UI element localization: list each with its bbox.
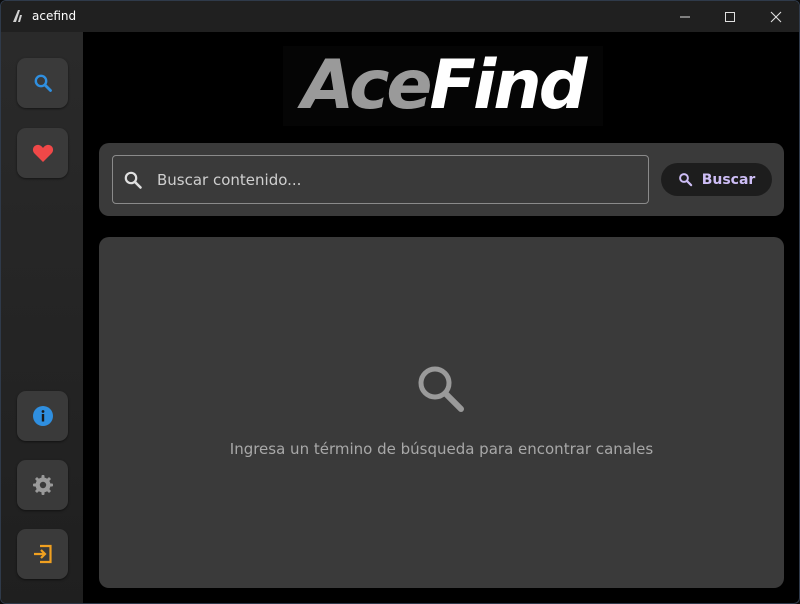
exit-icon — [33, 544, 52, 564]
results-panel: Ingresa un término de búsqueda para enco… — [99, 237, 784, 588]
sidebar-item-settings[interactable] — [17, 460, 68, 510]
empty-search-icon — [418, 366, 464, 412]
minimize-icon — [680, 16, 690, 17]
gear-icon — [32, 475, 53, 495]
maximize-button[interactable] — [707, 1, 753, 32]
search-field-icon — [124, 171, 142, 189]
sidebar-item-exit[interactable] — [17, 529, 68, 579]
app-window: acefind AceFind Buscar contenido... Busc… — [0, 0, 800, 604]
logo-part-ace: Ace — [301, 46, 433, 125]
sidebar-item-info[interactable] — [17, 391, 68, 441]
search-field[interactable] — [112, 155, 649, 204]
search-button-label: Buscar — [701, 171, 756, 188]
search-icon — [34, 74, 52, 92]
sidebar-item-favorites[interactable] — [17, 128, 68, 178]
logo-wordmark: AceFind — [302, 52, 588, 120]
search-button-icon — [678, 173, 692, 187]
title-bar: acefind — [1, 1, 799, 32]
window-title: acefind — [32, 9, 77, 23]
empty-state-message: Ingresa un término de búsqueda para enco… — [229, 440, 654, 458]
info-icon — [32, 406, 53, 426]
sidebar-item-search[interactable] — [17, 58, 68, 108]
search-input[interactable] — [157, 156, 637, 203]
close-icon — [770, 11, 782, 22]
app-logo-icon — [13, 10, 22, 22]
logo-part-find: Find — [429, 46, 588, 125]
search-panel: Buscar — [99, 143, 784, 216]
minimize-button[interactable] — [662, 1, 708, 32]
close-button[interactable] — [753, 1, 799, 32]
sidebar — [1, 32, 83, 603]
search-button[interactable]: Buscar — [661, 163, 772, 196]
app-logo: AceFind — [283, 46, 603, 126]
heart-icon — [32, 144, 53, 162]
maximize-icon — [725, 11, 735, 22]
